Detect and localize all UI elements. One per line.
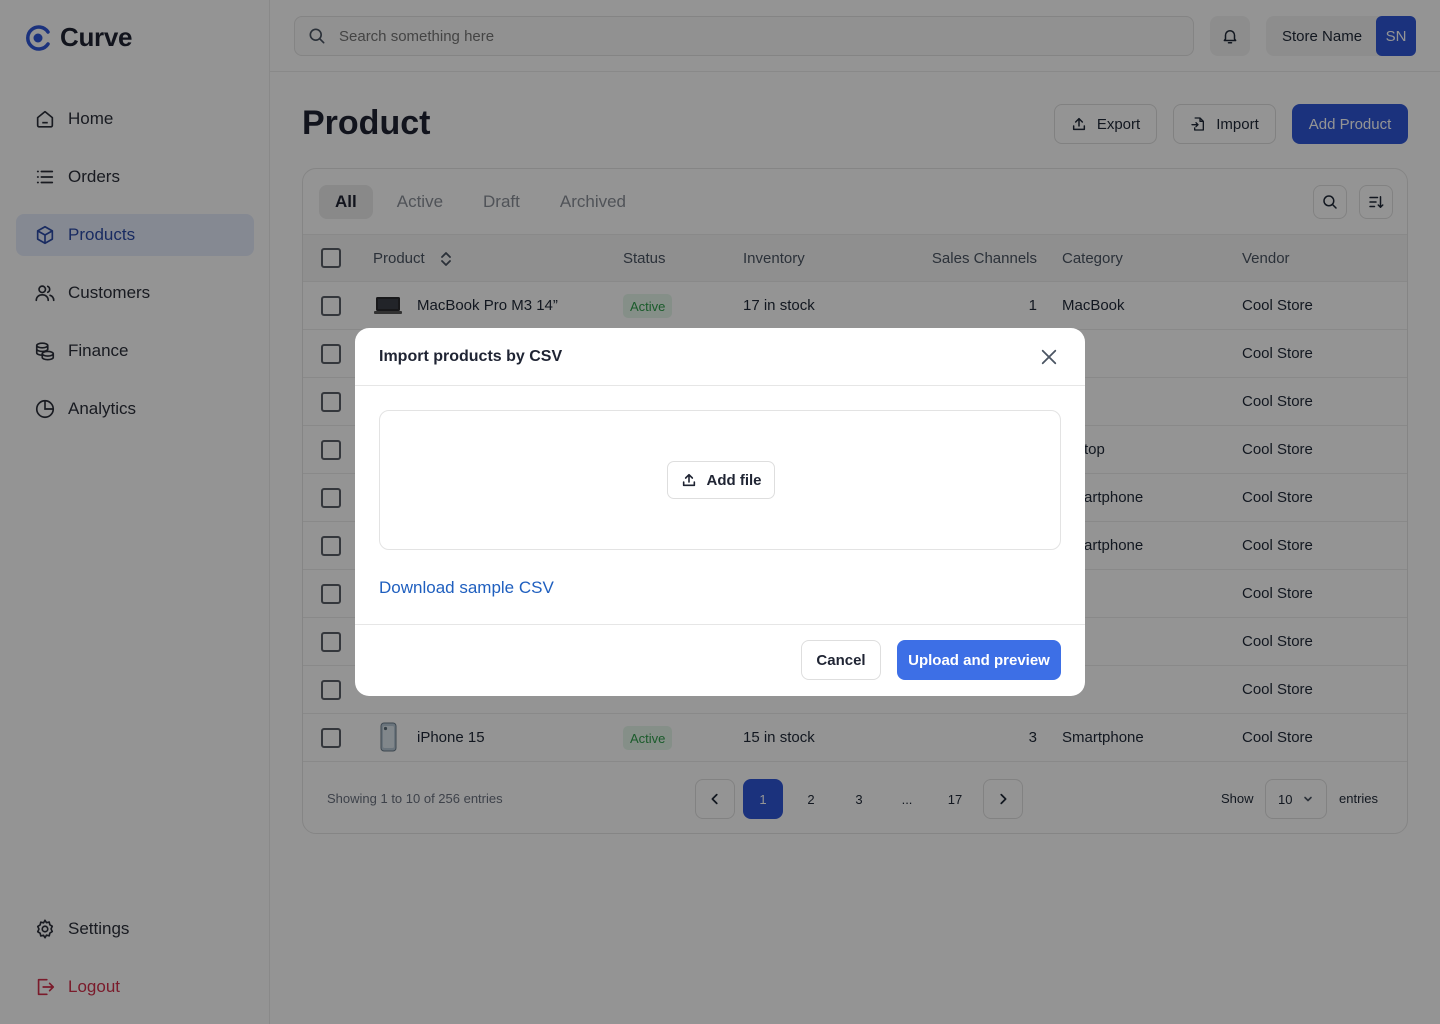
import-csv-modal: Import products by CSV Add file Download…: [355, 328, 1085, 696]
modal-footer: Cancel Upload and preview: [355, 624, 1085, 696]
file-dropzone[interactable]: Add file: [379, 410, 1061, 550]
add-file-button[interactable]: Add file: [667, 461, 775, 499]
cancel-button[interactable]: Cancel: [801, 640, 881, 680]
upload-icon: [682, 473, 695, 487]
modal-title: Import products by CSV: [379, 348, 563, 365]
modal-header: Import products by CSV: [355, 328, 1085, 386]
add-file-label: Add file: [706, 471, 762, 489]
upload-preview-button[interactable]: Upload and preview: [897, 640, 1061, 680]
download-sample-link[interactable]: Download sample CSV: [379, 578, 554, 598]
close-button[interactable]: [1037, 345, 1061, 369]
close-icon: [1041, 349, 1057, 365]
